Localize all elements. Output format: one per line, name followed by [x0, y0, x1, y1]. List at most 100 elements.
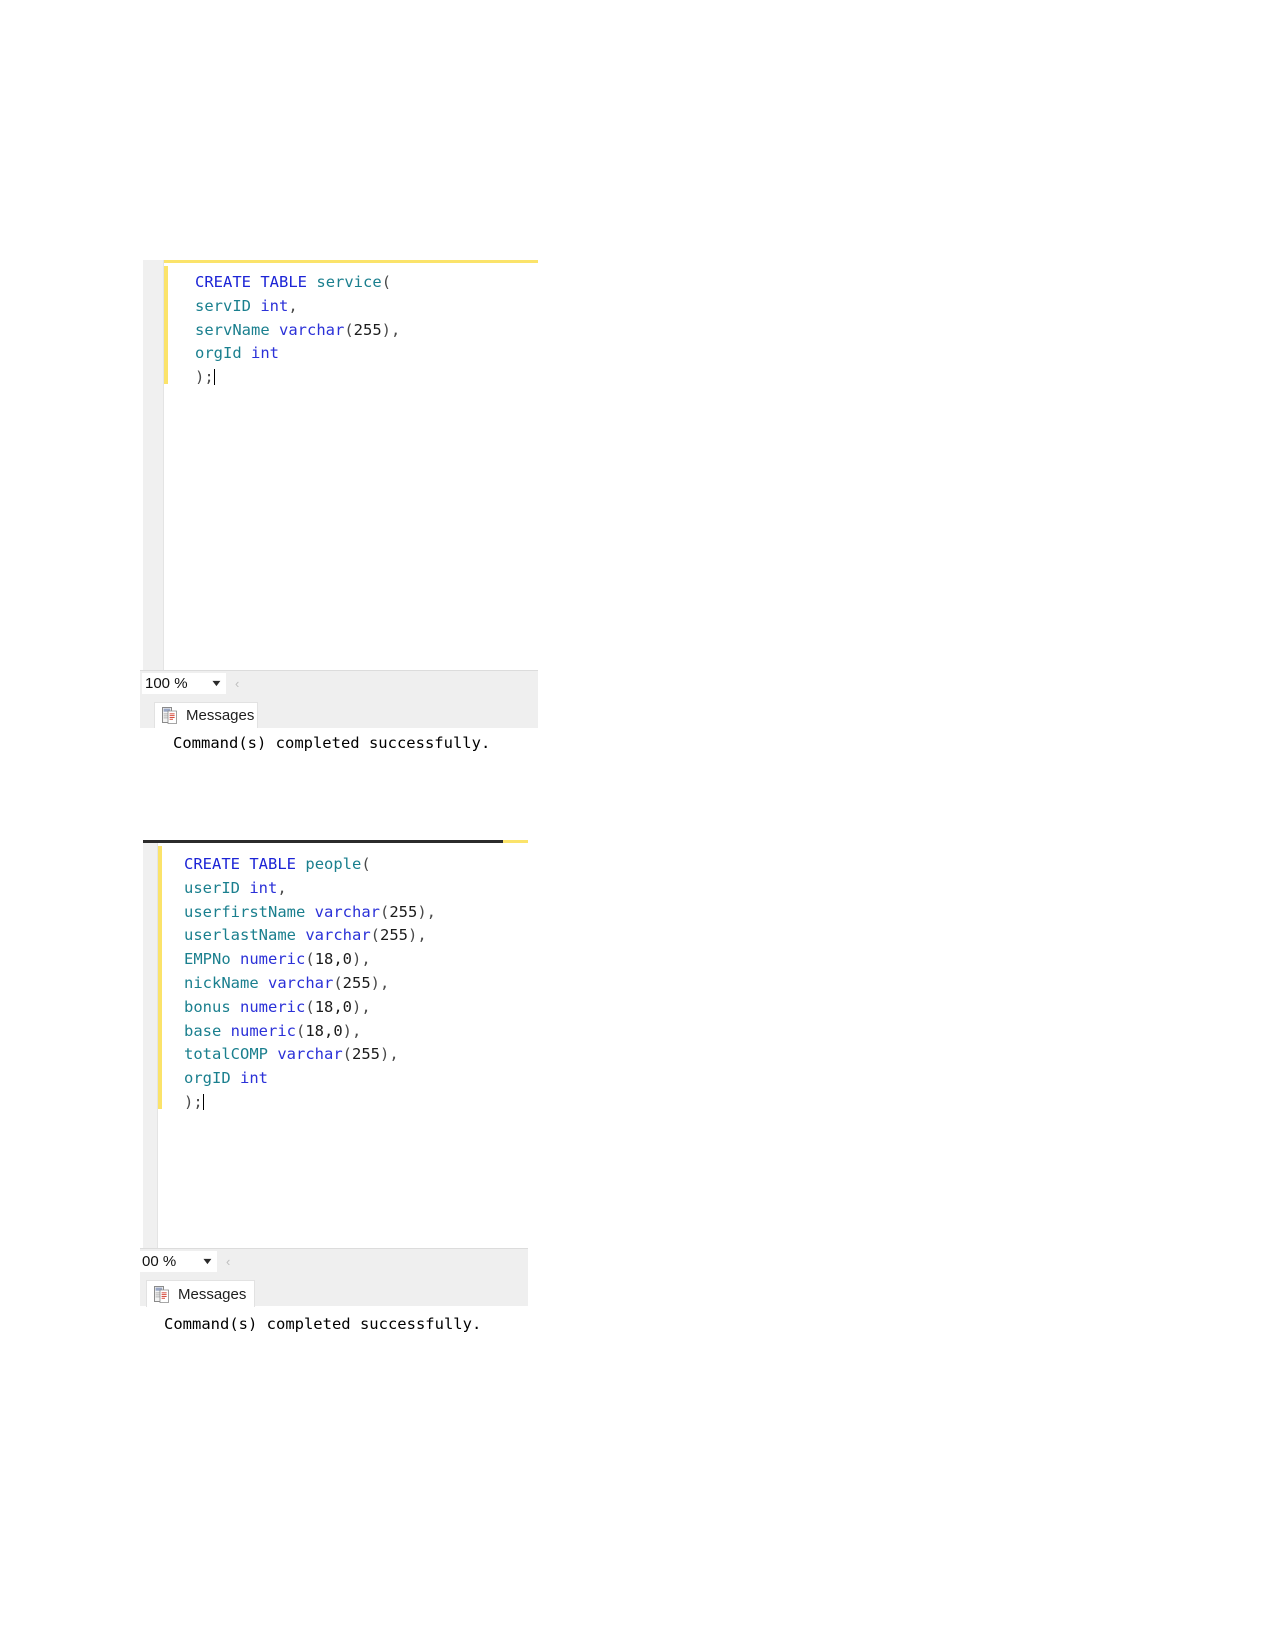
code-token: int: [240, 1069, 269, 1088]
code-token: (: [342, 1045, 353, 1064]
code-token: ),: [370, 973, 390, 992]
code-token: ),: [408, 926, 427, 945]
tab-messages-service[interactable]: Messages: [154, 702, 258, 728]
code-token: base: [184, 1021, 222, 1040]
zoom-level-combobox-people[interactable]: 00 % ▼: [139, 1250, 217, 1272]
code-line: totalCOMP varchar(255),: [184, 1043, 436, 1067]
code-token: varchar: [305, 926, 371, 945]
messages-output-service: Command(s) completed successfully.: [173, 734, 491, 752]
editor-top-highlight-rule: [143, 260, 538, 263]
code-token: varchar: [279, 320, 345, 339]
code-token: servID: [195, 296, 251, 315]
tab-messages-label: Messages: [186, 707, 255, 724]
code-token: userID: [184, 878, 240, 897]
code-token: (: [305, 950, 315, 969]
code-line: servID int,: [195, 295, 400, 319]
messages-icon: [162, 707, 177, 724]
code-token: int: [249, 878, 278, 897]
editor-indicator-margin[interactable]: [143, 260, 164, 670]
code-token: CREATE: [184, 855, 240, 873]
zoom-level-value: 100 %: [145, 674, 188, 692]
code-token: userfirstName: [184, 902, 306, 921]
code-token: );: [184, 1092, 203, 1111]
code-token: ),: [381, 320, 401, 339]
code-token: TABLE: [249, 855, 297, 873]
code-token: 255: [352, 1045, 381, 1064]
code-token: ),: [380, 1045, 399, 1064]
code-line: bonus numeric(18,0),: [184, 996, 436, 1020]
zoom-level-combobox-service[interactable]: 100 % ▼: [142, 672, 226, 694]
code-token: varchar: [268, 973, 334, 992]
code-token: TABLE: [260, 273, 308, 291]
code-token: numeric: [240, 950, 306, 969]
code-token: orgID: [184, 1069, 231, 1088]
code-line: );: [184, 1091, 436, 1115]
editor-change-bar-2: [158, 846, 162, 1109]
code-token: nickName: [184, 973, 259, 992]
code-token: userlastName: [184, 926, 296, 945]
code-token: (: [380, 902, 390, 921]
text-caret: [213, 369, 215, 386]
code-token: numeric: [240, 997, 306, 1016]
code-token: ),: [417, 902, 437, 921]
code-token: (: [296, 1021, 306, 1040]
hscroll-left-arrow-icon[interactable]: ‹: [235, 676, 239, 691]
code-token: (: [381, 273, 392, 291]
code-token: ),: [342, 1021, 362, 1040]
tab-messages-people[interactable]: Messages: [146, 1280, 255, 1307]
code-token: (: [305, 997, 315, 1016]
editor-zoom-strip-service: 100 % ▼ ‹: [140, 670, 538, 695]
code-line: nickName varchar(255),: [184, 972, 436, 996]
code-token: bonus: [184, 997, 231, 1016]
code-token: varchar: [314, 902, 380, 921]
sql-code-service[interactable]: CREATE TABLE service(servID int, servName…: [195, 271, 400, 390]
code-token: 255: [353, 320, 382, 339]
editor-indicator-margin-2[interactable]: [143, 843, 158, 1248]
code-token: ),: [352, 950, 371, 969]
code-token: (: [370, 926, 380, 945]
hscroll-left-arrow-icon-2[interactable]: ‹: [226, 1254, 230, 1269]
messages-icon-2: [154, 1285, 169, 1303]
code-line: orgId int: [195, 342, 400, 366]
ssms-screenshot-service: CREATE TABLE service(servID int, servName…: [140, 260, 538, 765]
query-editor-people[interactable]: CREATE TABLE people(userID int, userfirst…: [143, 843, 528, 1248]
sql-code-people[interactable]: CREATE TABLE people(userID int, userfirst…: [184, 853, 436, 1115]
code-token: varchar: [277, 1045, 343, 1064]
code-token: people: [305, 855, 362, 873]
code-token: ,: [277, 878, 287, 897]
code-token: numeric: [230, 1021, 296, 1040]
code-line: servName varchar(255),: [195, 319, 400, 343]
code-token: service: [316, 273, 382, 291]
code-token: int: [251, 344, 280, 363]
query-editor-service[interactable]: CREATE TABLE service(servID int, servName…: [143, 260, 538, 670]
code-token: CREATE: [195, 273, 251, 291]
code-line: userID int,: [184, 877, 436, 901]
code-token: EMPNo: [184, 950, 231, 969]
code-token: totalCOMP: [184, 1045, 268, 1064]
editor-zoom-strip-people: 00 % ▼ ‹: [139, 1248, 528, 1273]
ssms-screenshot-people: CREATE TABLE people(userID int, userfirst…: [139, 840, 528, 1345]
chevron-down-icon-2: ▼: [200, 1256, 215, 1266]
editor-change-bar: [164, 266, 168, 384]
code-token: orgId: [195, 344, 242, 363]
messages-output-people: Command(s) completed successfully.: [164, 1315, 482, 1333]
code-token: 255: [389, 902, 418, 921]
code-token: (: [344, 320, 354, 339]
code-token: ),: [352, 997, 371, 1016]
chevron-down-icon: ▼: [209, 678, 224, 688]
code-line: orgID int: [184, 1067, 436, 1091]
code-line: userfirstName varchar(255),: [184, 901, 436, 925]
